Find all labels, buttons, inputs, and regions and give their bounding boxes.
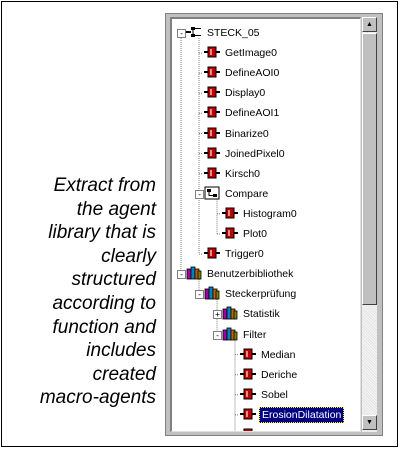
agent-plug-icon <box>204 106 220 120</box>
caption-line: library that is <box>48 222 156 244</box>
tree-item-label: STECK_05 <box>207 27 260 39</box>
collapse-toggle[interactable]: - <box>195 189 204 199</box>
library-books-icon <box>222 306 238 321</box>
tree-item[interactable]: Filter <box>222 327 268 343</box>
tree-item-label: Filter <box>243 328 267 341</box>
agent-plug-icon <box>204 66 220 80</box>
tree-item-label: Histogram0 <box>243 207 297 220</box>
agent-plug-icon <box>204 86 220 100</box>
caption-line: Extract from <box>53 175 156 196</box>
caption-line: the agent <box>76 198 156 220</box>
tree-item-label: GetImage0 <box>225 47 277 60</box>
collapse-toggle[interactable]: - <box>213 330 222 340</box>
tree-item-label: Compare <box>225 187 269 200</box>
scroll-down-arrow-icon[interactable]: ▼ <box>362 415 377 430</box>
tree-item-label: Statistik <box>243 308 280 321</box>
library-books-icon <box>204 286 220 301</box>
caption-line: includes <box>86 340 156 362</box>
agent-plug-icon <box>204 127 220 141</box>
tree-item[interactable]: Trigger0 <box>204 246 266 262</box>
tree-item[interactable]: GetImage0 <box>204 45 279 61</box>
collapse-toggle[interactable]: - <box>177 29 186 38</box>
tree-item-label: Sobel <box>261 388 288 401</box>
tree-item-label: DefineAOI1 <box>225 107 280 120</box>
macro-agent-icon <box>204 186 220 201</box>
caption-line: structured <box>71 269 156 291</box>
caption-line: macro-agents <box>39 387 156 409</box>
agent-plug-icon <box>240 428 256 431</box>
agent-plug-icon <box>240 368 256 382</box>
tree-item-label: Kirsch0 <box>225 167 261 180</box>
collapse-toggle[interactable]: - <box>195 290 204 300</box>
tree-item-label: Plot0 <box>243 228 267 240</box>
library-books-icon <box>186 266 202 281</box>
agent-library-tree[interactable]: STECK_05 - GetImage0 DefineAOI0 Display0 Defi… <box>170 17 361 432</box>
tree-item[interactable]: Display0 <box>204 85 267 101</box>
tree-item[interactable]: Steckerprüfung <box>204 286 298 302</box>
tree-item[interactable]: DefineAOI0 <box>204 65 281 81</box>
tree-item[interactable]: Binarize0 <box>204 126 271 142</box>
caption-line: created <box>92 363 156 385</box>
tree-item[interactable]: Plot0 <box>222 226 269 242</box>
caption-line: according to <box>52 292 156 314</box>
tree-item-label: Deriche <box>261 368 298 381</box>
tree-item[interactable]: Compare <box>204 186 270 202</box>
vertical-scrollbar[interactable]: ▲ ▼ <box>361 17 377 432</box>
tree-item[interactable]: Histogram0 <box>222 206 299 222</box>
figure-caption: Extract from the agent library that is c… <box>0 174 156 410</box>
tree-item[interactable]: Sobel <box>240 387 290 403</box>
tree-item-label: Benutzerbibliothek <box>207 268 294 281</box>
tree-item-label: DefineAOI0 <box>225 67 280 80</box>
caption-line: clearly <box>101 245 156 267</box>
agent-plug-icon <box>240 408 256 422</box>
agent-plug-icon <box>204 167 220 181</box>
agent-plug-icon <box>222 207 238 221</box>
tree-item[interactable]: DefineAOI1 <box>204 105 281 121</box>
collapse-toggle[interactable]: - <box>177 270 186 280</box>
agent-plug-icon <box>240 388 256 402</box>
agent-plug-icon <box>204 247 220 261</box>
tree-item[interactable]: Benutzerbibliothek <box>186 266 295 282</box>
agent-plug-icon <box>222 227 238 241</box>
tree-item-label: JoinedPixel0 <box>225 147 285 160</box>
library-books-icon <box>222 327 238 342</box>
scroll-up-arrow-icon[interactable]: ▲ <box>362 17 377 32</box>
tree-item-label: ErosionDilatation <box>259 406 345 423</box>
tree-item-label: Gauss <box>259 428 293 431</box>
tree-item[interactable]: JoinedPixel0 <box>204 146 287 162</box>
caption-line: function and <box>52 316 156 338</box>
tree-item-label: Display0 <box>225 87 266 100</box>
agent-plug-icon <box>204 147 220 161</box>
tree-item[interactable]: ErosionDilatation <box>240 406 345 423</box>
tree-item[interactable]: Kirsch0 <box>204 166 262 182</box>
tree-item[interactable]: Median <box>240 347 297 363</box>
tree-item-label: Trigger0 <box>225 248 264 261</box>
tree-item[interactable]: Deriche <box>240 367 299 383</box>
tree-item[interactable]: STECK_05 <box>186 25 262 41</box>
network-icon <box>186 26 202 40</box>
tree-item-label: Median <box>261 348 296 361</box>
agent-plug-icon <box>240 348 256 362</box>
tree-item-label: Binarize0 <box>225 127 269 140</box>
expand-toggle[interactable]: + <box>213 310 222 320</box>
tree-item[interactable]: Gauss <box>240 427 293 431</box>
scroll-thumb[interactable] <box>362 33 377 305</box>
tree-item[interactable]: Statistik <box>222 306 282 322</box>
agent-plug-icon <box>204 46 220 60</box>
tree-item-label: Steckerprüfung <box>225 288 297 301</box>
